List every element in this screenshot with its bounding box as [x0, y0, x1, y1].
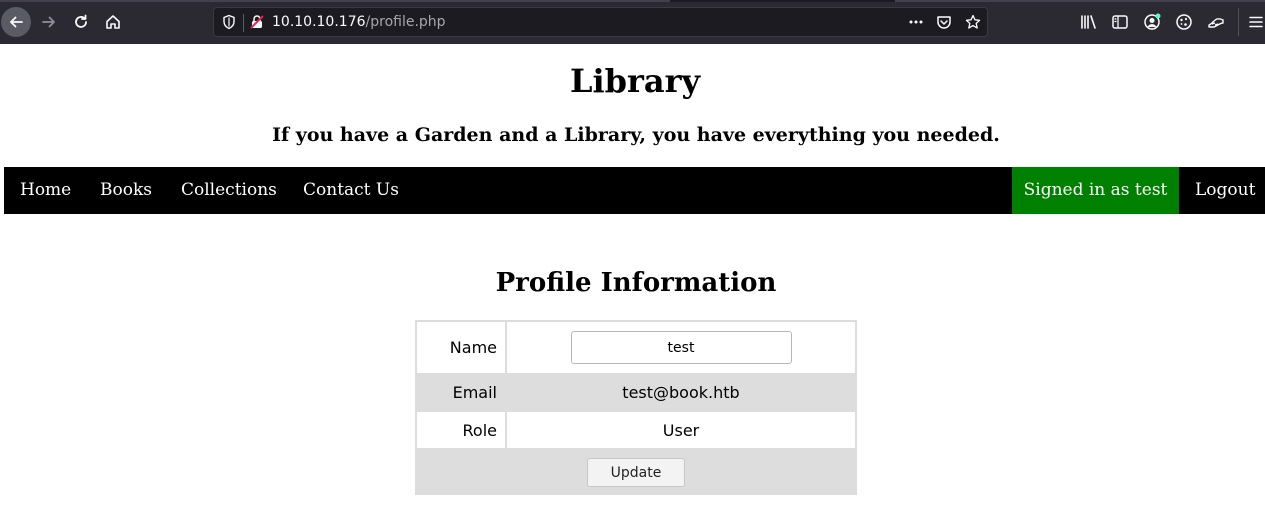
insecure-lock-icon[interactable] [249, 14, 265, 30]
reload-button[interactable] [66, 7, 96, 37]
name-label: Name [449, 338, 497, 357]
nav-contact-us-link[interactable]: Contact Us [303, 167, 399, 214]
role-value: User [662, 420, 700, 440]
pocket-icon[interactable] [936, 14, 952, 30]
back-arrow-icon [10, 16, 23, 28]
site-title: Library [569, 62, 701, 100]
update-button[interactable]: Update [587, 458, 685, 487]
menu-icon[interactable] [1247, 13, 1265, 31]
extension-icon[interactable] [1207, 13, 1225, 31]
forward-button[interactable] [34, 7, 64, 37]
shield-icon[interactable] [221, 14, 237, 30]
forward-arrow-icon [42, 16, 55, 28]
toolbar-separator [1238, 8, 1239, 36]
tab-strip-edge [0, 0, 1265, 2]
profile-table: Name Email test@book.htb Role User Updat… [415, 320, 857, 495]
url-text[interactable]: 10.10.10.176/profile.php [272, 14, 446, 30]
url-path: /profile.php [365, 14, 446, 30]
reload-icon [75, 14, 87, 28]
role-label: Role [462, 420, 497, 440]
nav-collections-link[interactable]: Collections [181, 167, 277, 214]
nav-home-link[interactable]: Home [20, 167, 71, 214]
home-icon [106, 15, 120, 29]
main-navbar: Home Books Collections Contact Us Signed… [4, 167, 1265, 214]
browser-toolbar: 10.10.10.176/profile.php [0, 0, 1265, 44]
bookmark-star-icon[interactable] [965, 14, 981, 30]
address-bar[interactable]: 10.10.10.176/profile.php [213, 7, 988, 37]
library-icon[interactable] [1080, 13, 1098, 31]
name-input[interactable] [570, 331, 792, 364]
table-row-actions: Update [417, 448, 855, 495]
more-dots-icon[interactable] [908, 14, 924, 30]
back-button[interactable] [1, 7, 31, 37]
urlbar-separator [243, 14, 244, 32]
table-row-role: Role User [417, 412, 855, 448]
nav-books-link[interactable]: Books [100, 167, 152, 214]
home-button[interactable] [98, 7, 128, 37]
account-icon[interactable] [1143, 13, 1161, 31]
cookie-icon[interactable] [1175, 13, 1193, 31]
url-host: 10.10.10.176 [272, 14, 366, 30]
profile-heading: Profile Information [495, 268, 777, 298]
email-label: Email [452, 383, 497, 402]
signed-in-indicator[interactable]: Signed in as test [1012, 167, 1179, 214]
nav-logout-link[interactable]: Logout [1195, 167, 1255, 214]
table-row-name: Name [417, 322, 855, 373]
site-tagline: If you have a Garden and a Library, you … [272, 124, 1000, 146]
table-row-email: Email test@book.htb [417, 373, 855, 412]
email-value: test@book.htb [622, 383, 740, 402]
sidebar-icon[interactable] [1111, 13, 1129, 31]
